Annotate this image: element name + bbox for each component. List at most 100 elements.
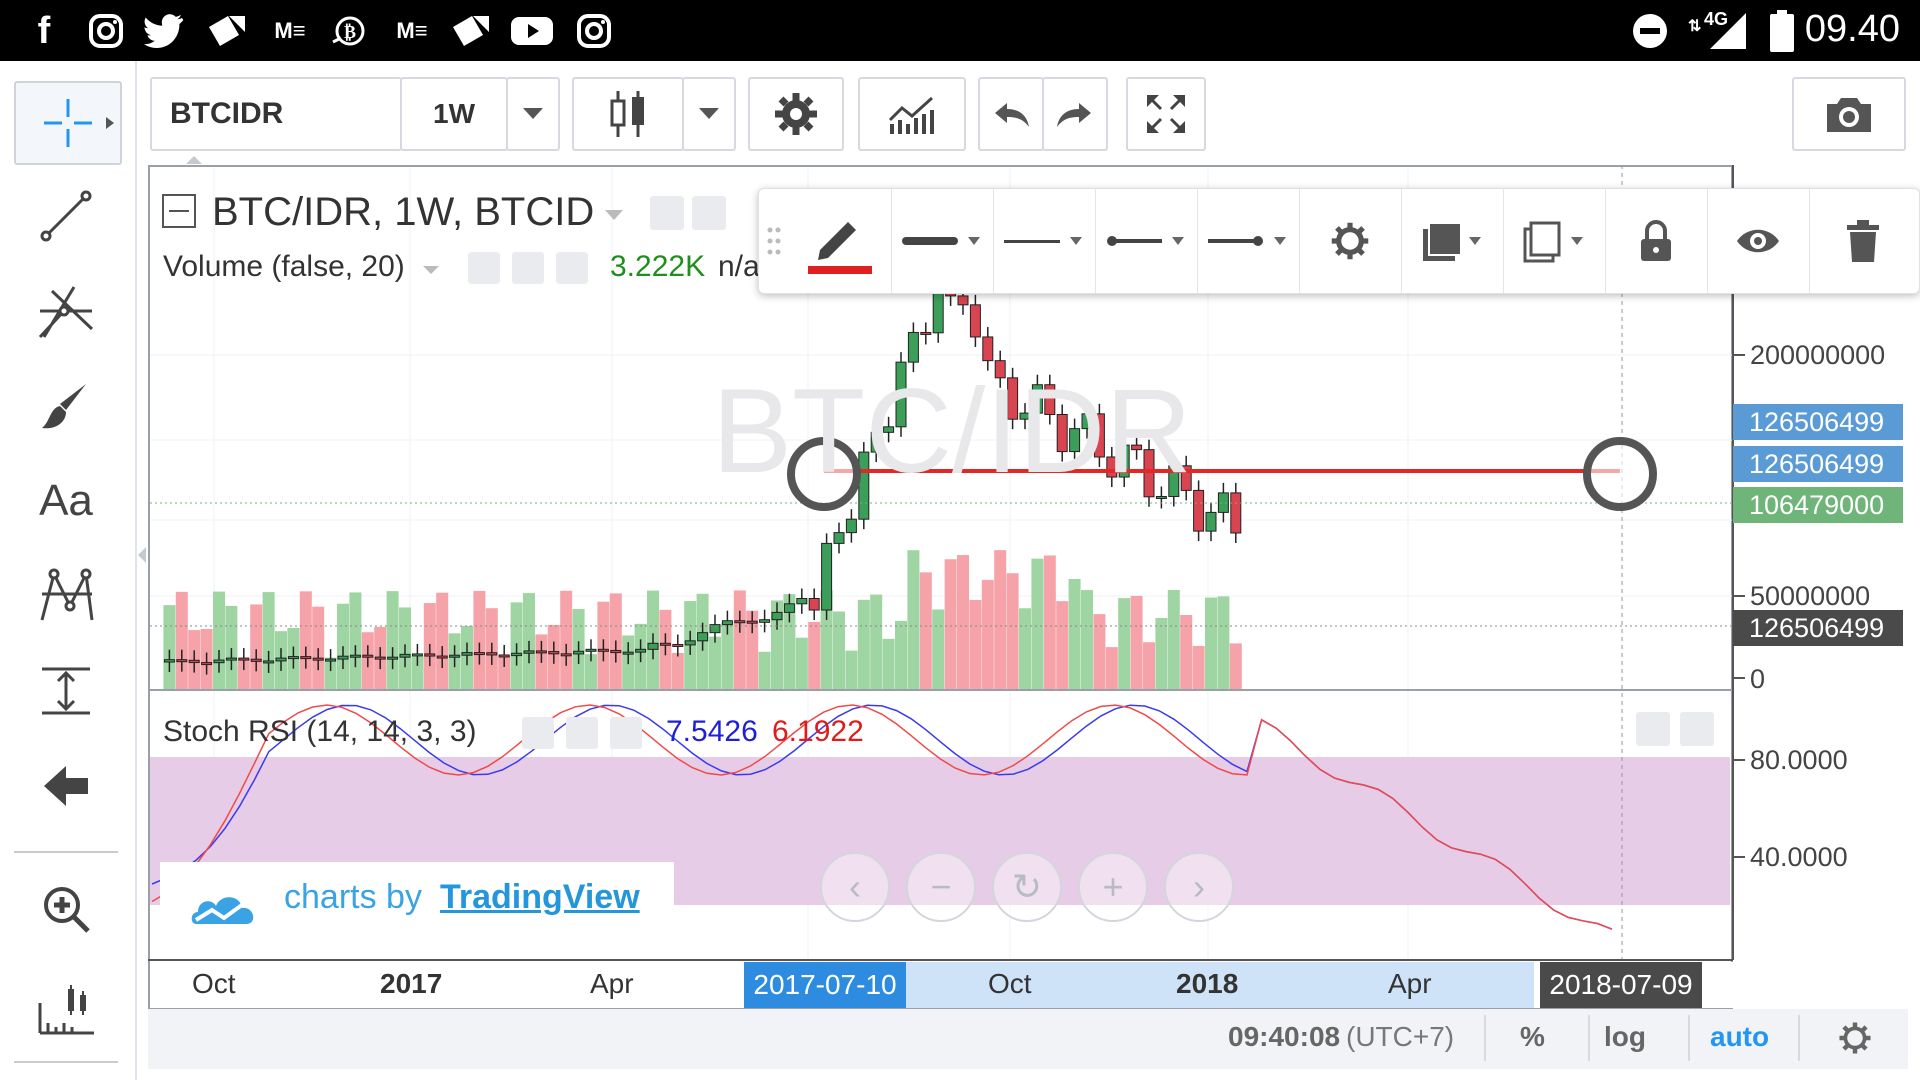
candle-body-48 [746,620,758,624]
trash-icon [1847,220,1879,262]
candle-body-29 [511,652,523,657]
reset-chart-button[interactable]: ↻ [992,852,1062,922]
legend-gear-icon[interactable] [692,196,726,230]
volume-bar-19 [386,591,399,690]
candle-body-41 [659,642,671,646]
candle-body-12 [300,656,312,660]
volume-bar-45 [709,636,721,690]
candle-body-9 [263,660,275,664]
candle-body-15 [337,655,349,660]
candle-body-39 [635,648,647,653]
price-tag-2: 126506499 [1733,446,1903,482]
candle-body-5 [213,659,225,664]
price-tag-last: 106479000 [1733,487,1903,523]
candle-body-21 [411,653,423,657]
time-label-2017: 2017 [380,968,443,999]
scroll-right-button[interactable]: › [1164,852,1234,922]
candle-body-30 [523,650,535,654]
percent-toggle[interactable]: % [1520,1021,1545,1053]
candle-body-3 [188,659,200,664]
bottom-settings-icon[interactable] [1838,1021,1872,1055]
volume-legend-dropdown[interactable] [422,262,440,280]
volume-bar-47 [733,590,746,690]
range-end-date[interactable]: 2018-07-09 [1540,962,1702,1008]
line-color-button[interactable] [789,189,892,293]
volume-bar-5 [213,591,225,690]
stoch-eye-icon[interactable] [522,717,554,749]
thick-line-icon [902,237,980,245]
bottom-divider-1 [1484,1015,1486,1061]
visual-order-button[interactable] [1401,189,1504,293]
bottom-bar: 09:40:08 (UTC+7) % log auto [148,1009,1908,1069]
candle-body-42 [672,643,684,647]
legend-title-dropdown[interactable] [604,208,624,226]
volume-eye-icon[interactable] [468,252,500,284]
drawing-properties-toolbar [758,188,1920,294]
candle-body-7 [238,657,250,661]
clone-button[interactable] [1503,189,1606,293]
volume-bar-9 [262,592,275,690]
drag-handle[interactable] [759,189,789,293]
volume-value: 3.222K [610,250,706,283]
volume-bar-66 [969,599,982,690]
bottom-timezone: (UTC+7) [1346,1021,1455,1052]
candle-body-84 [1193,489,1205,532]
line-width-button[interactable] [891,189,994,293]
volume-close-icon[interactable] [556,252,588,284]
tradingview-cloud-icon [191,897,254,924]
line-start-button[interactable] [1095,189,1198,293]
grip-icon [767,227,781,255]
volume-bar-75 [1081,590,1093,690]
drawing-settings-button[interactable] [1299,189,1402,293]
volume-bar-12 [299,591,312,690]
scroll-left-button[interactable]: ‹ [820,852,890,922]
auto-toggle[interactable]: auto [1710,1021,1769,1053]
candle-body-31 [535,650,547,654]
volume-bar-26 [473,590,486,690]
stoch-legend: Stoch RSI (14, 14, 3, 3) [163,715,477,748]
bottom-divider-4 [1798,1015,1800,1061]
volume-bar-61 [907,550,920,690]
hide-button[interactable] [1707,189,1810,293]
tradingview-link[interactable]: TradingView [440,878,640,917]
pane-maximize-button[interactable] [1680,712,1714,746]
zoom-out-button[interactable]: − [906,852,976,922]
log-toggle[interactable]: log [1604,1021,1646,1053]
candle-body-8 [250,658,262,662]
candle-body-17 [362,654,374,658]
candle-body-33 [560,653,572,657]
candle-body-25 [461,652,473,656]
candle-body-28 [498,654,510,658]
eye-icon [1737,229,1779,253]
line-style-button[interactable] [993,189,1096,293]
volume-bar-59 [882,638,895,690]
volume-bar-63 [932,609,945,690]
volume-gear-icon[interactable] [512,252,544,284]
candle-body-14 [325,658,337,662]
collapse-legend-button[interactable] [162,194,196,228]
candle-body-62 [920,331,932,335]
stoch-close-icon[interactable] [610,717,642,749]
candle-body-13 [312,657,324,661]
chevron-left-icon: ‹ [849,866,861,907]
line-end-button[interactable] [1197,189,1300,293]
pane-up-button[interactable] [1636,712,1670,746]
volume-bar-74 [1068,578,1081,690]
legend-eye-icon[interactable] [650,196,684,230]
volume-bars [163,550,1242,690]
candle-body-43 [684,640,696,646]
zoom-in-button[interactable]: + [1078,852,1148,922]
candle-body-85 [1205,511,1217,532]
stoch-gear-icon[interactable] [566,717,598,749]
line-handle-right[interactable] [1583,437,1657,511]
time-label-apr-2: Apr [1388,968,1432,999]
range-start-date[interactable]: 2017-07-10 [744,962,906,1008]
candle-body-40 [647,642,659,650]
delete-drawing-button[interactable] [1809,189,1917,293]
branding-box[interactable]: charts by TradingView [160,862,674,958]
candle-body-61 [907,331,919,363]
candle-body-2 [176,659,188,663]
candle-body-23 [436,655,448,659]
lock-button[interactable] [1605,189,1708,293]
candle-body-52 [796,597,808,605]
